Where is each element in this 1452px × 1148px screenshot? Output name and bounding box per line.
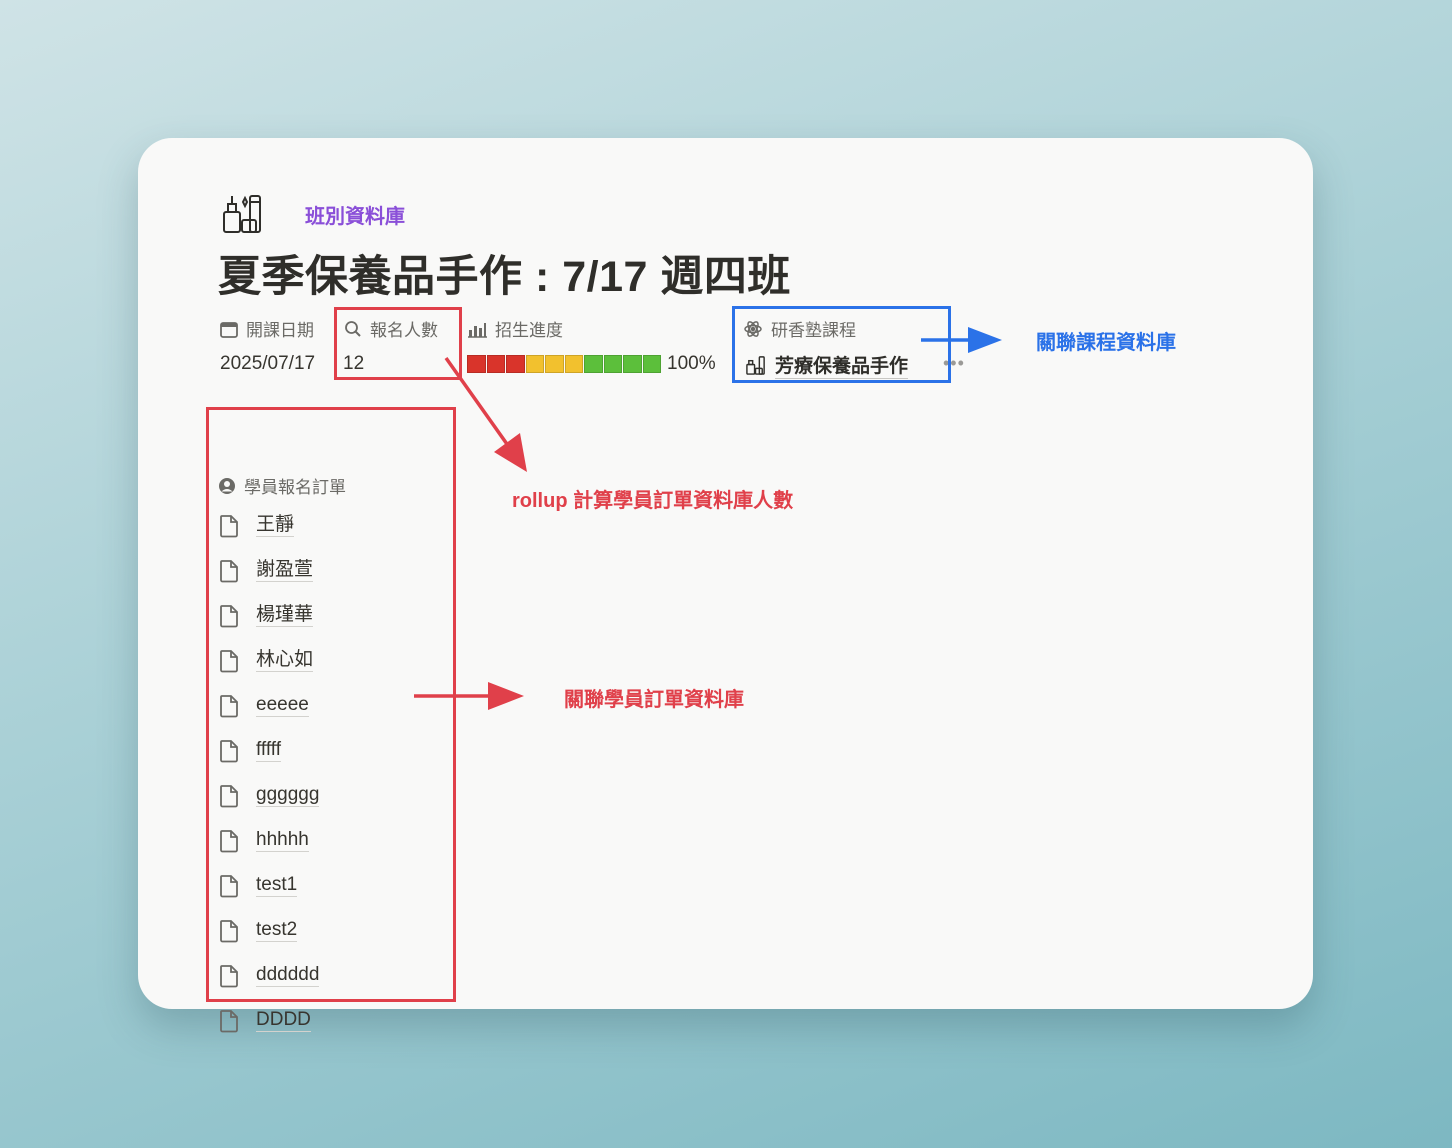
property-start-date-label[interactable]: 開課日期	[220, 316, 314, 341]
student-item[interactable]: DDDD	[218, 998, 346, 1043]
progress-bar	[467, 355, 661, 373]
chart-icon	[468, 322, 487, 338]
progress-segment	[545, 355, 564, 373]
recruit-progress-value[interactable]: 100%	[467, 353, 716, 375]
students-highlight-box	[206, 407, 456, 1002]
rollup-annotation: rollup 計算學員訂單資料庫人數	[512, 490, 794, 512]
page-icon	[220, 1009, 238, 1032]
progress-segment	[525, 355, 544, 373]
progress-segment	[642, 355, 661, 373]
start-date-value[interactable]: 2025/07/17	[220, 353, 315, 375]
progress-segment	[603, 355, 622, 373]
property-recruit-progress-label[interactable]: 招生進度	[467, 316, 563, 341]
progress-segment	[486, 355, 505, 373]
student-relation-annotation: 關聯學員訂單資料庫	[564, 689, 744, 711]
progress-segment	[467, 355, 486, 373]
notion-page-card: 班別資料庫 夏季保養品手作 : 7/17 週四班 開課日期 2025/07/17…	[138, 138, 1313, 1032]
course-relation-annotation: 關聯課程資料庫	[1036, 332, 1176, 354]
calendar-icon	[220, 321, 238, 338]
student-name: DDDD	[256, 1009, 311, 1032]
start-date-label-text: 開課日期	[246, 321, 314, 340]
page-title[interactable]: 夏季保養品手作 : 7/17 週四班	[218, 242, 791, 304]
recruit-progress-label-text: 招生進度	[495, 321, 563, 340]
database-label[interactable]: 班別資料庫	[305, 200, 405, 229]
enrollment-highlight-box	[334, 307, 462, 380]
progress-segment	[584, 355, 603, 373]
progress-percent: 100%	[667, 353, 716, 374]
progress-segment	[564, 355, 583, 373]
cosmetics-icon[interactable]	[220, 190, 266, 236]
progress-segment	[623, 355, 642, 373]
progress-segment	[506, 355, 525, 373]
course-highlight-box	[732, 306, 951, 383]
